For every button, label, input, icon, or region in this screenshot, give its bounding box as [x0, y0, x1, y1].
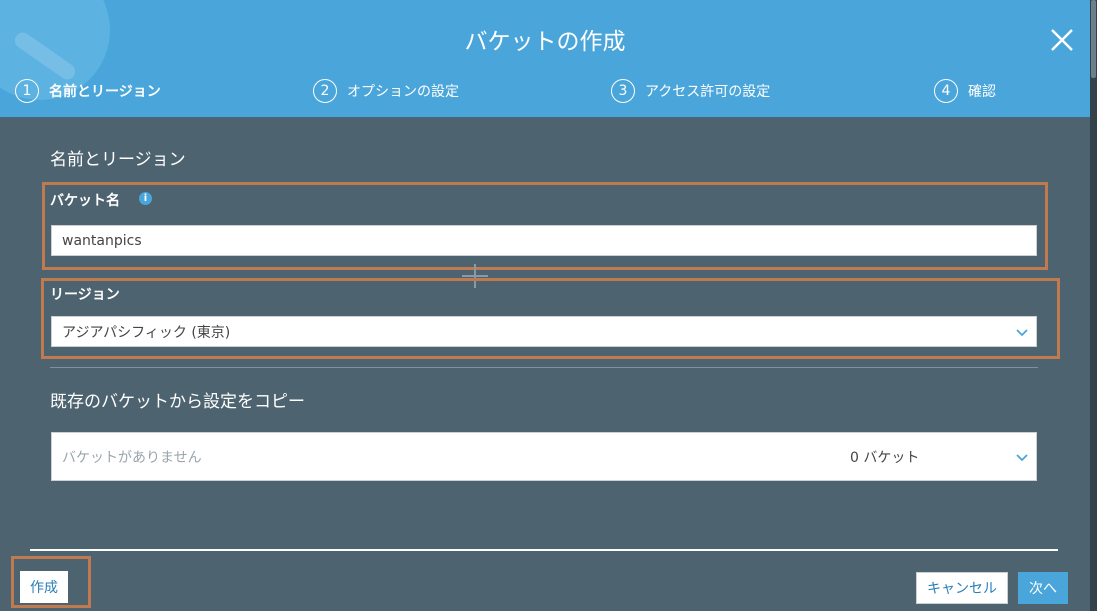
chevron-down-icon: [1016, 454, 1028, 462]
bucket-name-label: バケット名: [50, 193, 120, 209]
region-selected-value: アジアパシフィック (東京): [62, 324, 231, 341]
copy-settings-select[interactable]: バケットがありません 0 バケット: [51, 432, 1037, 481]
section-divider: [50, 367, 1038, 368]
step-permissions[interactable]: 3 アクセス許可の設定: [611, 77, 770, 105]
copy-settings-placeholder: バケットがありません: [62, 449, 202, 466]
step-number: 4: [934, 79, 958, 103]
bucket-name-input[interactable]: wantanpics: [51, 225, 1037, 256]
scrollbar-thumb[interactable]: [1091, 0, 1096, 78]
chevron-down-icon: [1016, 329, 1028, 337]
step-number: 1: [15, 79, 39, 103]
region-select[interactable]: アジアパシフィック (東京): [51, 316, 1037, 347]
step-label: オプションの設定: [347, 84, 459, 100]
step-name-and-region[interactable]: 1 名前とリージョン: [15, 77, 161, 105]
bucket-count: 0 バケット: [850, 449, 920, 466]
cancel-button[interactable]: キャンセル: [916, 572, 1008, 604]
vertical-scrollbar[interactable]: [1090, 0, 1097, 611]
step-label: 名前とリージョン: [49, 84, 161, 100]
dialog-title: バケットの作成: [464, 29, 626, 55]
bucket-name-value: wantanpics: [62, 232, 142, 249]
copy-settings-title: 既存のバケットから設定をコピー: [50, 392, 305, 412]
step-label: アクセス許可の設定: [645, 84, 771, 100]
footer-divider: [30, 549, 1058, 551]
step-review[interactable]: 4 確認: [934, 77, 996, 105]
close-icon: [1051, 29, 1073, 51]
section-title: 名前とリージョン: [50, 150, 186, 170]
create-button[interactable]: 作成: [20, 571, 68, 603]
dialog-header: バケットの作成 1 名前とリージョン 2 オプションの設定 3 アクセス許可の設…: [0, 0, 1090, 117]
close-button[interactable]: [1046, 24, 1078, 56]
info-icon[interactable]: i: [139, 192, 152, 205]
step-number: 2: [313, 79, 337, 103]
next-button[interactable]: 次へ: [1018, 572, 1068, 604]
step-number: 3: [611, 79, 635, 103]
step-options[interactable]: 2 オプションの設定: [313, 77, 459, 105]
step-label: 確認: [968, 84, 996, 100]
region-label: リージョン: [50, 287, 120, 303]
